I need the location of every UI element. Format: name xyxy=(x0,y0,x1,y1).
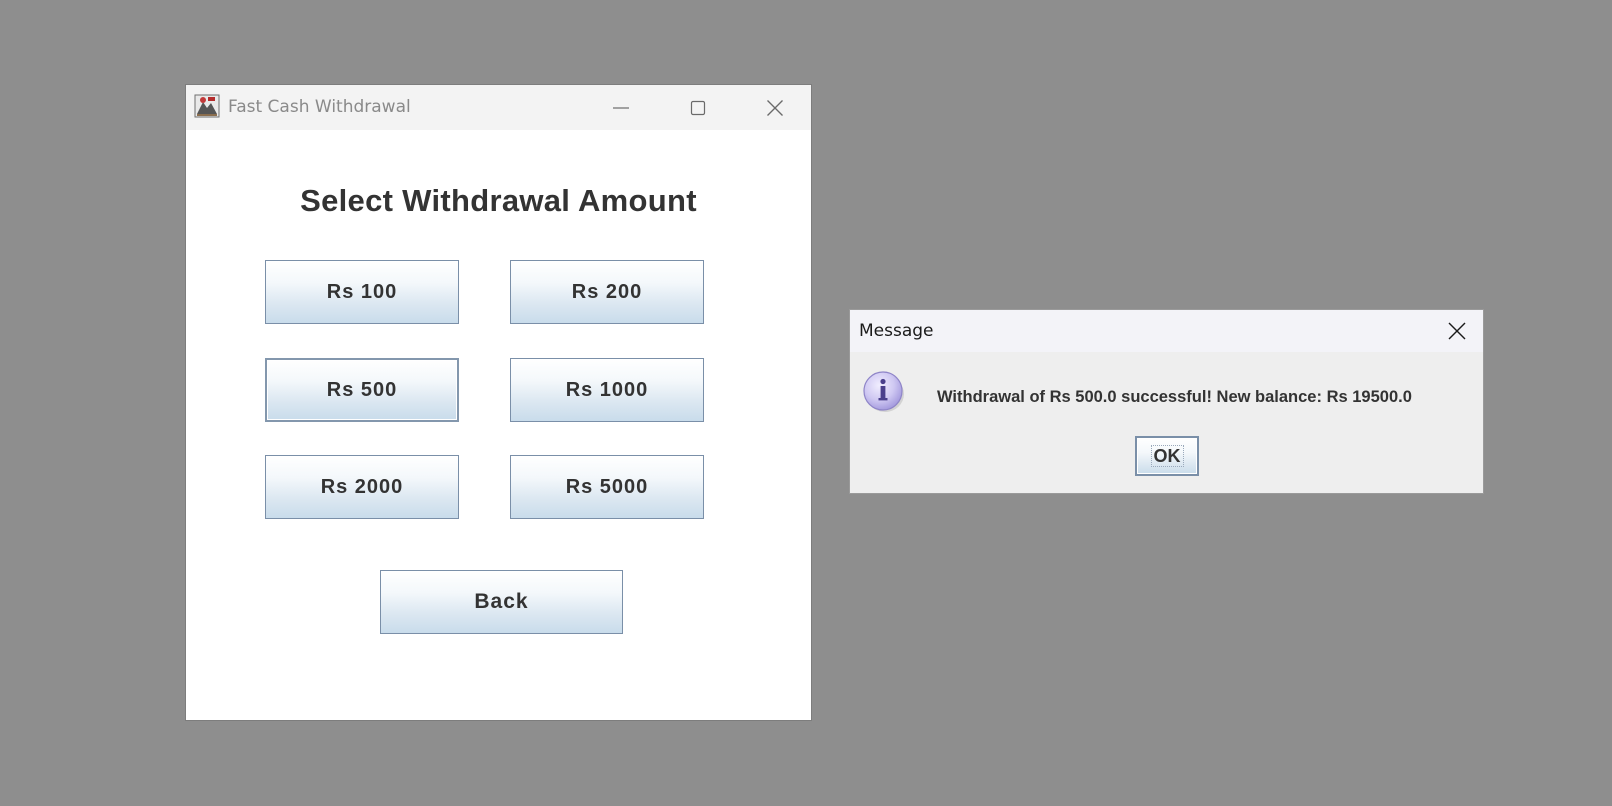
maximize-button[interactable] xyxy=(668,85,728,130)
amount-button-100[interactable]: Rs 100 xyxy=(265,260,459,324)
fast-cash-window: Fast Cash Withdrawal Select Withdrawal A… xyxy=(186,85,811,720)
minimize-button[interactable] xyxy=(591,85,651,130)
dialog-titlebar[interactable]: Message xyxy=(850,310,1483,352)
maximize-icon xyxy=(690,100,706,115)
amount-button-5000[interactable]: Rs 5000 xyxy=(510,455,704,519)
app-icon[interactable] xyxy=(194,93,220,119)
dialog-message: Withdrawal of Rs 500.0 successful! New b… xyxy=(937,388,1412,406)
amount-button-2000[interactable]: Rs 2000 xyxy=(265,455,459,519)
back-button[interactable]: Back xyxy=(380,570,623,634)
minimize-icon xyxy=(613,106,629,109)
close-icon xyxy=(1448,322,1466,340)
window-titlebar[interactable]: Fast Cash Withdrawal xyxy=(186,85,811,130)
ok-button-label: OK xyxy=(1150,445,1184,467)
info-icon xyxy=(862,369,906,413)
window-title: Fast Cash Withdrawal xyxy=(228,97,411,117)
dialog-close-button[interactable] xyxy=(1435,310,1479,352)
amount-button-1000[interactable]: Rs 1000 xyxy=(510,358,704,422)
page-title: Select Withdrawal Amount xyxy=(300,183,697,218)
close-icon xyxy=(767,99,783,116)
message-dialog: Message Withdrawal of Rs 500.0 successfu… xyxy=(850,310,1483,493)
amount-button-200[interactable]: Rs 200 xyxy=(510,260,704,324)
close-button[interactable] xyxy=(745,85,805,130)
ok-button[interactable]: OK xyxy=(1135,436,1199,476)
amount-button-500[interactable]: Rs 500 xyxy=(265,358,459,422)
dialog-title: Message xyxy=(859,321,934,341)
